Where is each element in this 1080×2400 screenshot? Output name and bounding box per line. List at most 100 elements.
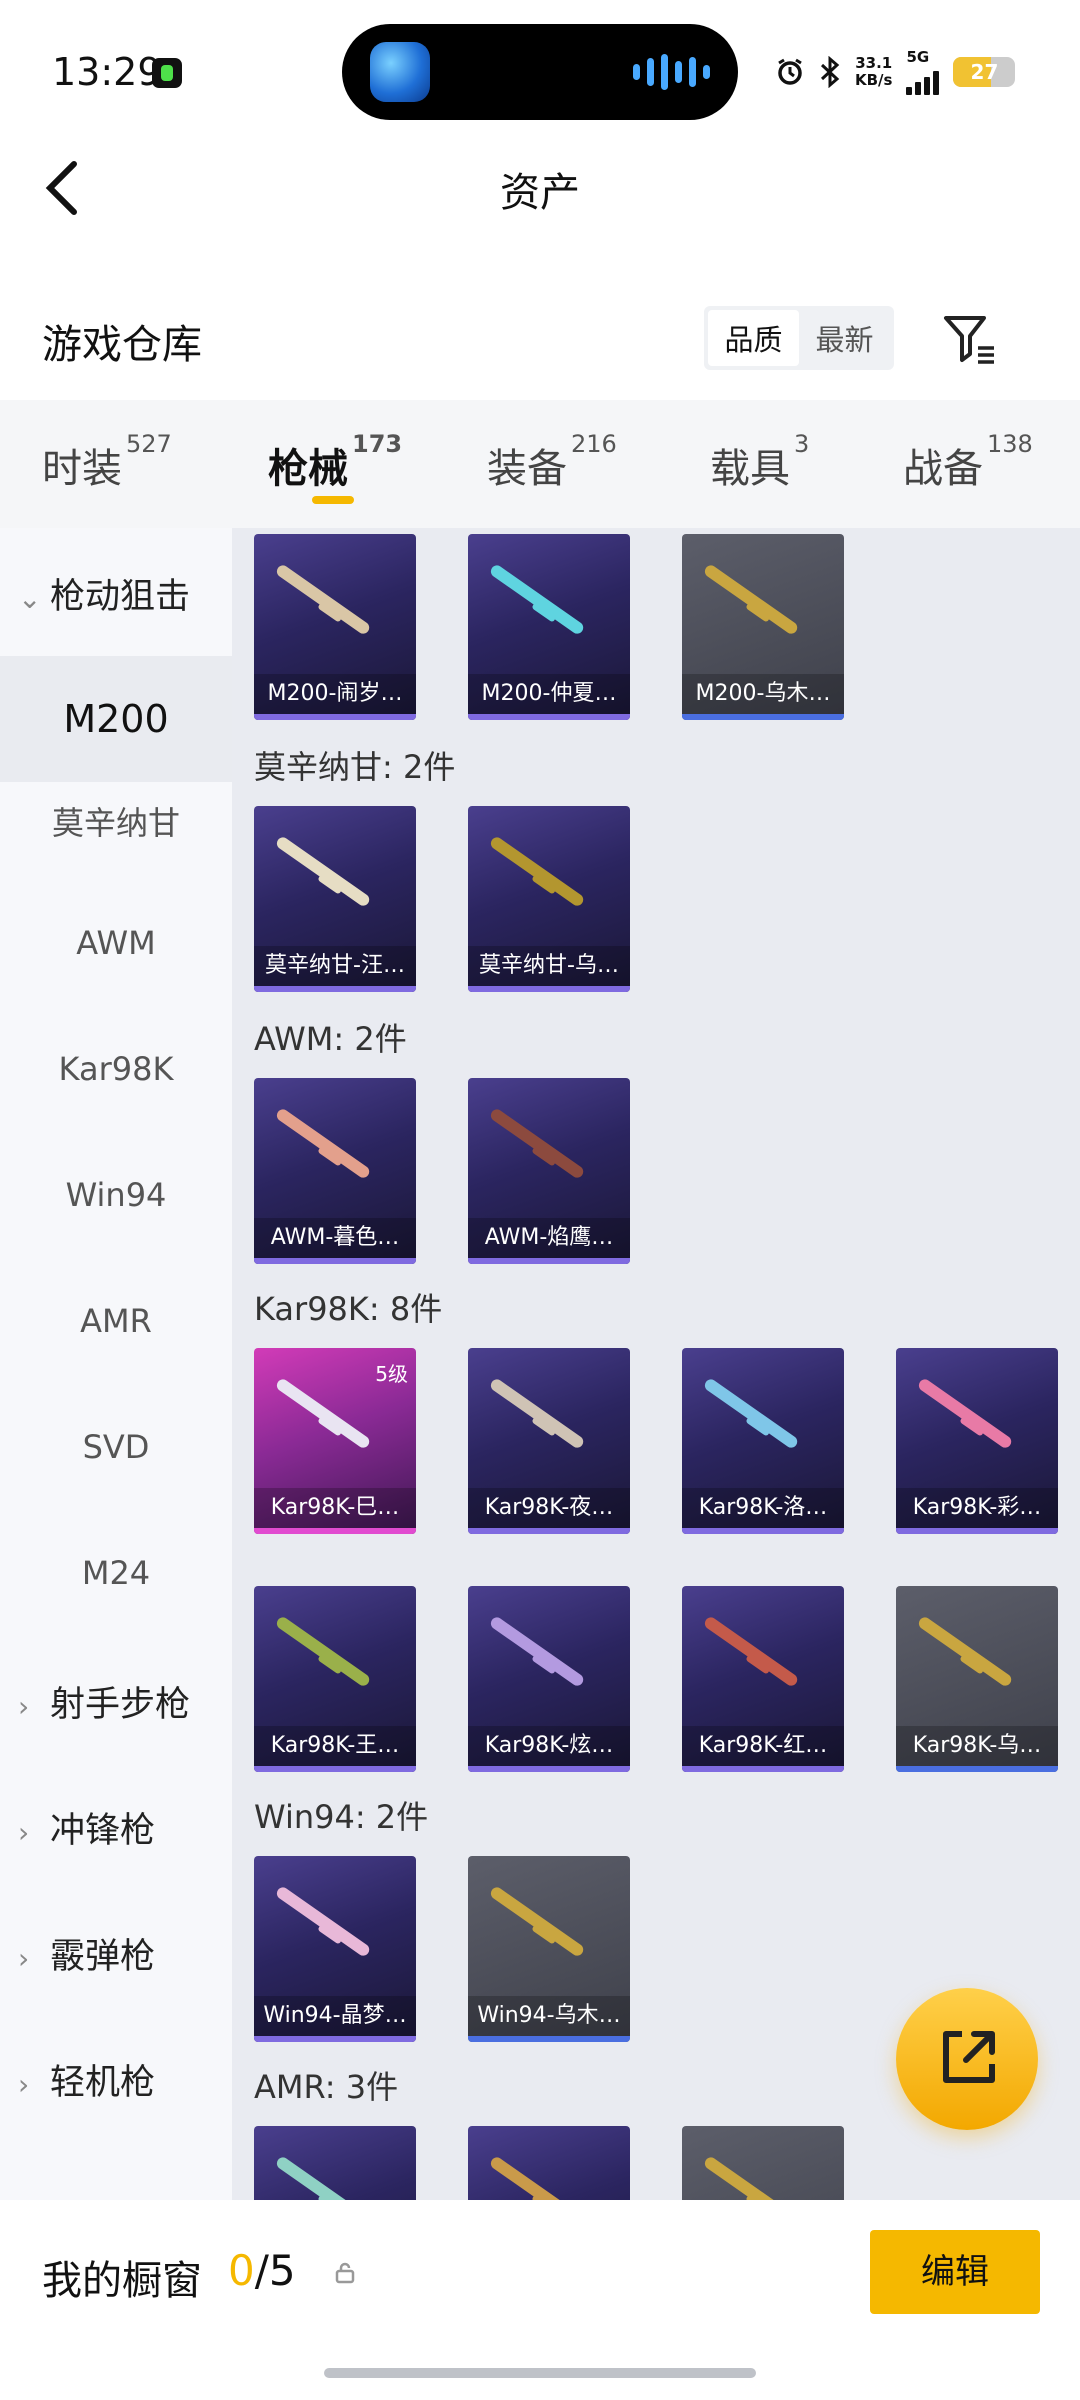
sidebar-item-svd[interactable]: SVD	[0, 1428, 232, 1466]
rarity-strip	[254, 1766, 416, 1772]
sidebar-group-label: 冲锋枪	[50, 1811, 156, 1851]
network-speed: 33.1 KB/s	[855, 55, 892, 89]
media-app-icon	[370, 42, 430, 102]
rifle-image	[274, 1107, 372, 1181]
tab-label: 时装	[42, 446, 122, 492]
sidebar-group-marksman[interactable]: › 射手步枪	[18, 1676, 190, 1727]
rifle-image	[488, 563, 586, 637]
item-name: 莫辛纳甘-汪…	[254, 946, 416, 986]
rifle-image	[488, 1885, 586, 1959]
tab-label: 战备	[903, 446, 983, 492]
item-card-m200-3[interactable]: M200-乌木…	[682, 534, 844, 720]
alarm-icon	[778, 58, 802, 85]
category-tabs: 时装527 枪械173 装备216 载具3 战备138	[0, 400, 1080, 528]
item-card-m200-1[interactable]: M200-闹岁…	[254, 534, 416, 720]
item-card-kar98k-2[interactable]: Kar98K-夜…	[468, 1348, 630, 1534]
tab-guns[interactable]: 枪械173	[268, 430, 402, 494]
sidebar-item-win94[interactable]: Win94	[0, 1176, 232, 1214]
nav-header: 资产	[0, 130, 1080, 240]
sort-quality-button[interactable]: 品质	[708, 310, 799, 366]
tab-equipment[interactable]: 装备216	[487, 430, 617, 494]
chevron-down-icon: ⌄	[18, 582, 42, 615]
rifle-image	[488, 1615, 586, 1689]
item-card-amr-2[interactable]	[468, 2126, 630, 2200]
rifle-image	[274, 1377, 372, 1451]
item-card-m200-2[interactable]: M200-仲夏…	[468, 534, 630, 720]
warehouse-bar: 游戏仓库 品质 最新	[0, 290, 1080, 390]
item-name: M200-乌木…	[682, 674, 844, 714]
showcase-bar: 我的橱窗 0/5 编辑	[0, 2200, 1080, 2400]
rifle-image	[916, 1377, 1014, 1451]
net-speed-value: 33.1	[855, 54, 893, 72]
tab-battle-prep[interactable]: 战备138	[903, 430, 1033, 494]
item-card-kar98k-1[interactable]: 5级 Kar98K-巳…	[254, 1348, 416, 1534]
network-type: 5G	[906, 47, 930, 66]
item-card-kar98k-8[interactable]: Kar98K-乌…	[896, 1586, 1058, 1772]
item-card-kar98k-7[interactable]: Kar98K-红…	[682, 1586, 844, 1772]
tab-count: 173	[352, 430, 403, 458]
item-card-kar98k-6[interactable]: Kar98K-炫…	[468, 1586, 630, 1772]
item-name: M200-闹岁…	[254, 674, 416, 714]
tab-label: 枪械	[268, 446, 348, 492]
item-card-awm-1[interactable]: AWM-暮色…	[254, 1078, 416, 1264]
item-name: Kar98K-夜…	[468, 1488, 630, 1528]
sidebar-group-bolt-sniper[interactable]: ⌄ 枪动狙击	[18, 568, 190, 619]
sidebar-group-lmg[interactable]: › 轻机枪	[18, 2054, 155, 2105]
rarity-strip	[468, 2036, 630, 2042]
sidebar-group-label: 轻机枪	[50, 2063, 156, 2103]
share-fab-button[interactable]	[896, 1988, 1038, 2130]
edit-button[interactable]: 编辑	[870, 2230, 1040, 2314]
item-name: Kar98K-炫…	[468, 1726, 630, 1766]
showcase-count-total: /5	[254, 2246, 296, 2295]
home-indicator[interactable]	[324, 2368, 756, 2378]
item-name: Kar98K-乌…	[896, 1726, 1058, 1766]
sort-newest-button[interactable]: 最新	[799, 310, 890, 366]
item-card-mosin-1[interactable]: 莫辛纳甘-汪…	[254, 806, 416, 992]
rifle-image	[488, 1377, 586, 1451]
sidebar-group-smg[interactable]: › 冲锋枪	[18, 1802, 155, 1853]
warehouse-title: 游戏仓库	[42, 322, 202, 368]
item-card-mosin-2[interactable]: 莫辛纳甘-乌…	[468, 806, 630, 992]
sidebar-item-kar98k[interactable]: Kar98K	[0, 1050, 232, 1088]
item-card-kar98k-3[interactable]: Kar98K-洛…	[682, 1348, 844, 1534]
tab-vehicles[interactable]: 载具3	[710, 430, 809, 494]
chevron-right-icon: ›	[18, 1942, 30, 1975]
sidebar-item-m24[interactable]: M24	[0, 1554, 232, 1592]
item-card-win94-1[interactable]: Win94-晶梦…	[254, 1856, 416, 2042]
group-header-kar98k: Kar98K: 8件	[254, 1290, 443, 1328]
page-title: 资产	[500, 170, 580, 216]
item-name: Kar98K-巳…	[254, 1488, 416, 1528]
item-grid: M200-闹岁… M200-仲夏… M200-乌木… 莫辛纳甘: 2件 莫辛纳甘…	[232, 528, 1080, 2200]
sidebar-item-awm[interactable]: AWM	[0, 924, 232, 962]
rifle-image	[488, 1107, 586, 1181]
rifle-image	[702, 1615, 800, 1689]
item-card-amr-1[interactable]	[254, 2126, 416, 2200]
tab-fashion[interactable]: 时装527	[42, 430, 172, 494]
sidebar-item-mosin[interactable]: 莫辛纳甘	[0, 798, 232, 844]
rarity-strip	[682, 714, 844, 720]
item-name: Kar98K-王…	[254, 1726, 416, 1766]
rarity-strip	[896, 1766, 1058, 1772]
audio-wave-icon	[633, 54, 710, 90]
net-speed-unit: KB/s	[855, 71, 893, 89]
item-name: Win94-晶梦…	[254, 1996, 416, 2036]
rifle-image	[488, 2155, 586, 2200]
item-card-awm-2[interactable]: AWM-焰鹰…	[468, 1078, 630, 1264]
filter-icon[interactable]	[940, 308, 1000, 368]
group-header-amr: AMR: 3件	[254, 2068, 399, 2106]
item-card-amr-3[interactable]	[682, 2126, 844, 2200]
rifle-image	[702, 2155, 800, 2200]
app-notification-icon	[152, 58, 182, 88]
dynamic-island[interactable]	[342, 24, 738, 120]
item-card-win94-2[interactable]: Win94-乌木…	[468, 1856, 630, 2042]
signal-bars-icon	[906, 65, 940, 95]
sidebar-group-shotgun[interactable]: › 霰弹枪	[18, 1928, 155, 1979]
item-card-kar98k-4[interactable]: Kar98K-彩…	[896, 1348, 1058, 1534]
status-icons: 33.1 KB/s 5G 27	[775, 47, 1016, 95]
item-card-kar98k-5[interactable]: Kar98K-王…	[254, 1586, 416, 1772]
sidebar-item-amr[interactable]: AMR	[0, 1302, 232, 1340]
chevron-right-icon: ›	[18, 1690, 30, 1723]
sidebar-group-label: 枪动狙击	[50, 577, 191, 617]
sidebar-item-m200[interactable]: M200	[0, 656, 232, 782]
sidebar-group-label: 射手步枪	[50, 1685, 191, 1725]
